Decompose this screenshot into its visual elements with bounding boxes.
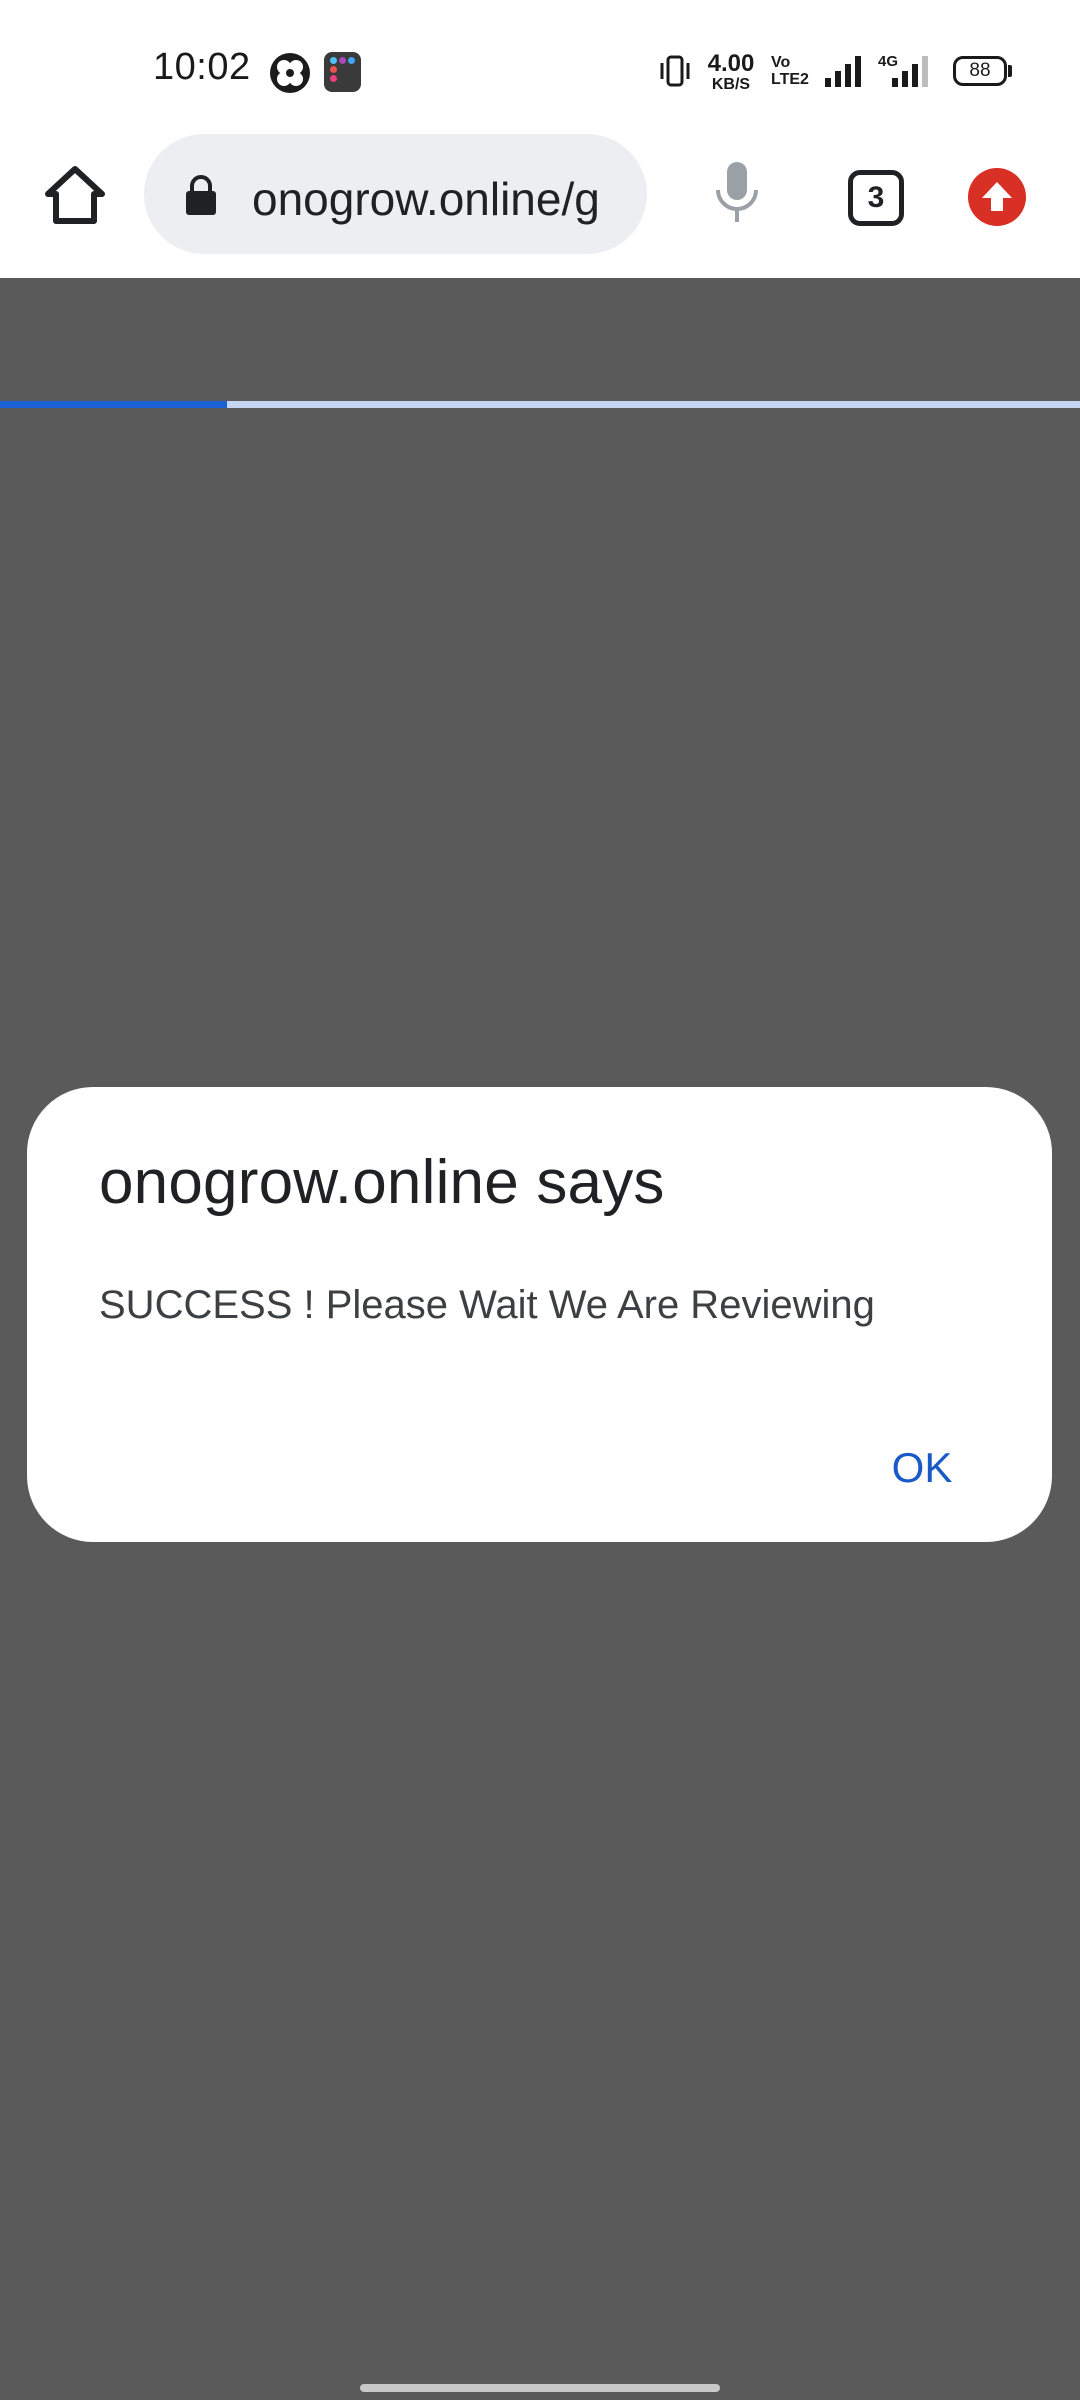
progress-fill <box>0 401 227 408</box>
mic-icon <box>716 162 758 222</box>
browser-toolbar: onogrow.online/g 3 <box>0 130 1080 408</box>
battery-level: 88 <box>969 60 991 81</box>
vibrate-icon <box>657 55 693 92</box>
battery-tip <box>1008 65 1012 77</box>
volte-top: Vo <box>771 54 791 71</box>
dialog-message: SUCCESS ! Please Wait We Are Reviewing <box>99 1283 875 1327</box>
tab-switcher-button[interactable]: 3 <box>848 170 904 226</box>
app-notification-icon <box>270 53 310 93</box>
volte-bottom: LTE2 <box>771 70 809 88</box>
network-speed: 4.00 KB/S <box>703 52 759 93</box>
signal-icon <box>823 54 867 93</box>
home-button[interactable] <box>40 160 110 230</box>
gesture-navigation-bar[interactable] <box>360 2384 720 2392</box>
arrow-up-icon <box>982 182 1012 211</box>
alert-dialog: onogrow.online says SUCCESS ! Please Wai… <box>27 1087 1052 1542</box>
page-load-progress <box>0 401 1080 408</box>
network-speed-value: 4.00 <box>707 50 755 77</box>
status-bar: 10:02 4.00 KB/S Vo LTE2 4G 88 <box>0 0 1080 130</box>
home-icon <box>45 166 105 224</box>
voice-search-button[interactable] <box>712 158 762 228</box>
lock-icon[interactable] <box>184 174 218 221</box>
app-notification-icon <box>324 52 361 92</box>
signal-icon <box>890 54 934 93</box>
status-time: 10:02 <box>153 46 251 88</box>
volte-indicator: Vo LTE2 <box>771 54 811 89</box>
battery-icon: 88 <box>953 56 1007 86</box>
tab-count: 3 <box>867 181 885 214</box>
ok-button[interactable]: OK <box>847 1433 997 1503</box>
update-button[interactable] <box>968 168 1026 226</box>
url-text[interactable]: onogrow.online/g <box>252 172 632 226</box>
network-speed-unit: KB/S <box>711 76 751 93</box>
dialog-title: onogrow.online says <box>99 1148 665 1217</box>
omnibox[interactable]: onogrow.online/g <box>144 134 647 254</box>
